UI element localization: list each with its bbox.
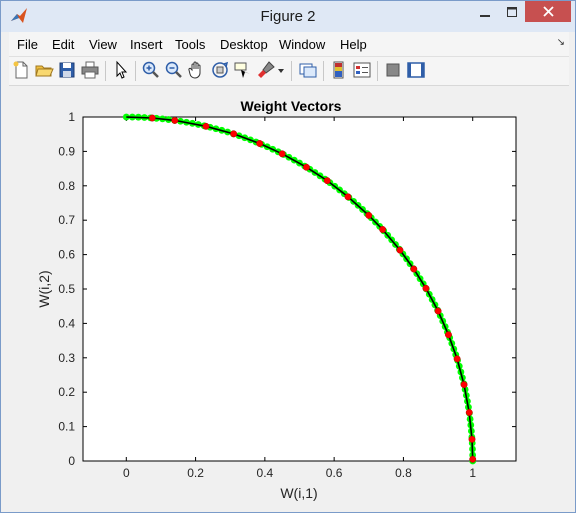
- weight-vectors-plot[interactable]: Weight Vectors 0 0.2 0.4 0.6 0.8 1 0 0.1 0.2 0.3 0…: [9, 87, 569, 507]
- y-tick-label: 0.4: [58, 316, 75, 330]
- red-data-point: [302, 163, 310, 171]
- colorbar-icon[interactable]: [329, 60, 349, 80]
- menu-insert[interactable]: Insert: [130, 37, 163, 52]
- link-plot-icon[interactable]: [298, 60, 318, 80]
- maximize-button[interactable]: [499, 1, 525, 22]
- menu-file[interactable]: File: [17, 37, 38, 52]
- red-data-point: [202, 122, 210, 130]
- toolbar-separator: [291, 61, 292, 81]
- zoom-out-icon[interactable]: [164, 60, 184, 80]
- open-file-icon[interactable]: [34, 60, 54, 80]
- menu-bar: File Edit View Insert Tools Desktop Wind…: [9, 32, 569, 57]
- y-tick-label: 0.7: [58, 213, 75, 227]
- y-tick-label: 0.1: [58, 420, 75, 434]
- show-plot-tools-icon[interactable]: [406, 60, 426, 80]
- x-axis-label: W(i,1): [280, 485, 317, 501]
- dock-arrow-icon[interactable]: ↘: [557, 37, 565, 48]
- menu-edit[interactable]: Edit: [52, 37, 74, 52]
- toolbar-separator: [135, 61, 136, 81]
- hide-plot-tools-icon[interactable]: [383, 60, 403, 80]
- y-tick-label: 0: [68, 454, 75, 468]
- menu-tools[interactable]: Tools: [175, 37, 205, 52]
- red-data-point: [171, 116, 179, 124]
- x-tick-label: 0.4: [257, 466, 274, 480]
- menu-window[interactable]: Window: [279, 37, 325, 52]
- figure-window: Figure 2 File Edit View Insert Tools Des…: [0, 0, 576, 513]
- red-data-point: [410, 265, 418, 273]
- toolbar-separator: [323, 61, 324, 81]
- x-tick-label: 0.6: [326, 466, 343, 480]
- x-tick-label: 0.2: [187, 466, 204, 480]
- y-tick-label: 0.6: [58, 248, 75, 262]
- figure-canvas[interactable]: Weight Vectors 0 0.2 0.4 0.6 0.8 1 0 0.1 0.2 0.3 0…: [9, 87, 569, 507]
- pan-hand-icon[interactable]: [187, 60, 207, 80]
- chart-title: Weight Vectors: [241, 98, 342, 114]
- red-data-point: [278, 150, 286, 158]
- red-data-point: [323, 177, 331, 185]
- red-data-point: [434, 307, 442, 315]
- red-data-point: [365, 211, 373, 219]
- red-data-point: [469, 455, 477, 463]
- red-data-point: [148, 114, 156, 122]
- maximize-icon: [507, 6, 517, 17]
- y-tick-label: 0.5: [58, 282, 75, 296]
- red-data-point: [344, 193, 352, 201]
- new-figure-icon[interactable]: [11, 60, 31, 80]
- menu-desktop[interactable]: Desktop: [220, 37, 268, 52]
- red-data-point: [465, 409, 473, 416]
- red-data-point: [468, 435, 476, 443]
- y-tick-label: 0.8: [58, 179, 75, 193]
- red-data-point: [460, 381, 468, 389]
- menu-help[interactable]: Help: [340, 37, 367, 52]
- minimize-icon: [480, 14, 490, 17]
- y-tick-label: 0.9: [58, 144, 75, 158]
- red-data-point: [379, 226, 387, 233]
- y-tick-label: 0.3: [58, 351, 75, 365]
- legend-icon[interactable]: [352, 60, 372, 80]
- red-data-point: [230, 130, 238, 138]
- brush-dropdown-icon[interactable]: [276, 60, 286, 80]
- figure-toolbar: [9, 57, 569, 86]
- x-tick-label: 1: [469, 466, 476, 480]
- axes-box: [82, 116, 517, 462]
- red-data-point: [445, 331, 452, 339]
- data-cursor-icon[interactable]: [233, 60, 253, 80]
- menu-view[interactable]: View: [89, 37, 117, 52]
- y-axis-label: W(i,2): [36, 270, 52, 307]
- pointer-icon[interactable]: [111, 60, 131, 80]
- zoom-in-icon[interactable]: [141, 60, 161, 80]
- brush-icon[interactable]: [256, 60, 276, 80]
- red-data-point: [396, 246, 404, 254]
- save-icon[interactable]: [57, 60, 77, 80]
- minimize-button[interactable]: [471, 1, 499, 22]
- rotate-3d-icon[interactable]: [210, 60, 230, 80]
- close-button[interactable]: [525, 1, 571, 22]
- toolbar-separator: [105, 61, 106, 81]
- print-icon[interactable]: [80, 60, 100, 80]
- title-bar[interactable]: Figure 2: [1, 1, 575, 32]
- close-icon: [542, 6, 554, 17]
- x-tick-label: 0: [123, 466, 130, 480]
- red-data-point: [422, 284, 430, 292]
- red-data-point: [256, 140, 264, 147]
- toolbar-separator: [377, 61, 378, 81]
- y-tick-label: 0.2: [58, 385, 75, 399]
- red-data-point: [453, 355, 461, 363]
- y-tick-label: 1: [68, 110, 75, 124]
- x-tick-label: 0.8: [395, 466, 412, 480]
